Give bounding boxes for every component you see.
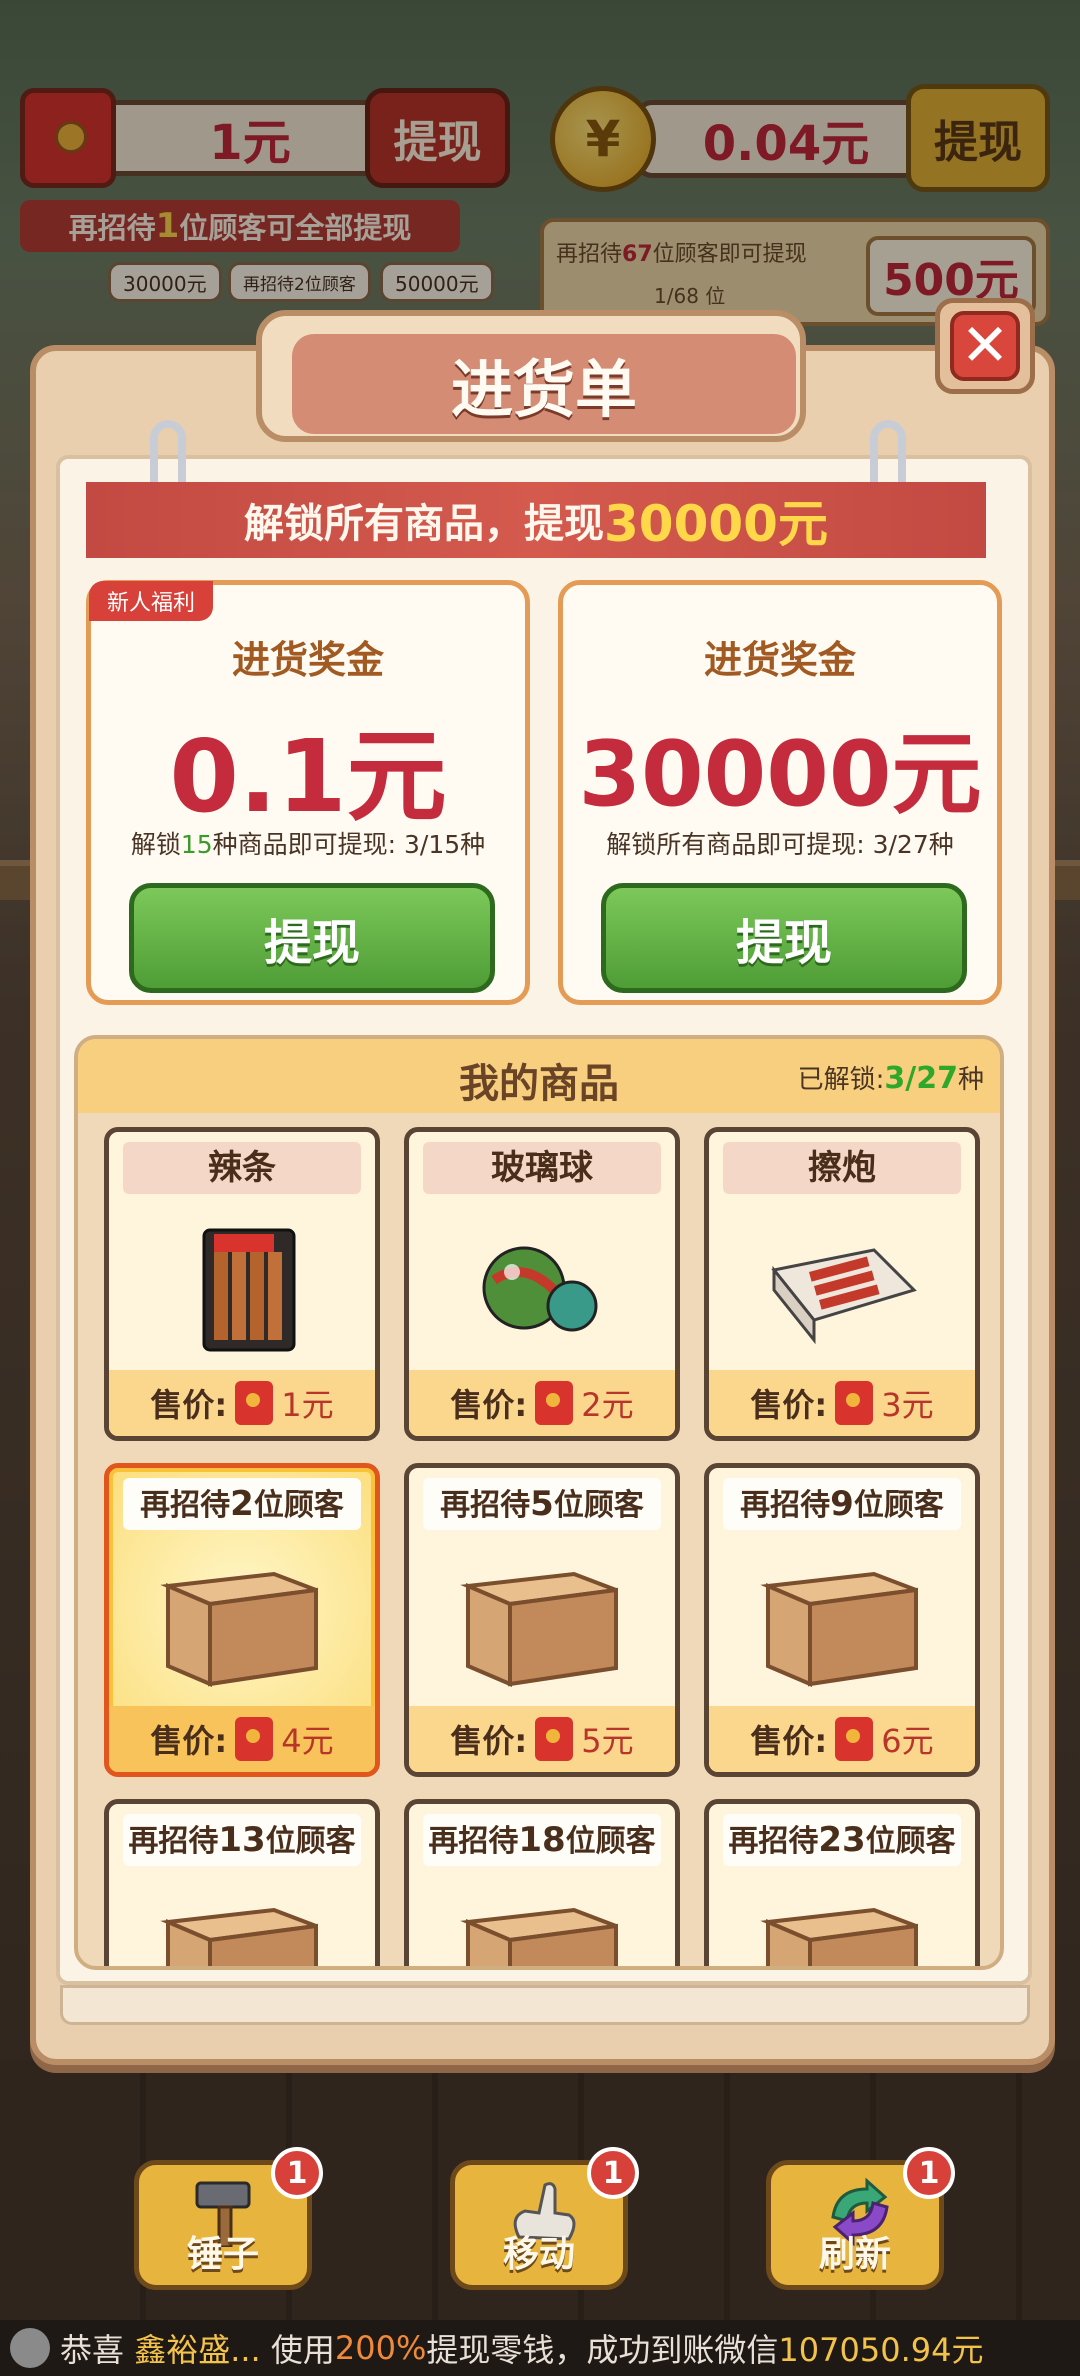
red-packet-icon (235, 1717, 274, 1761)
tool-label: 锤子 (186, 2234, 259, 2275)
bonus-title: 进货奖金 (231, 638, 384, 682)
bonus-withdraw-button[interactable]: 提现 (129, 883, 495, 993)
red-packet-icon (535, 1381, 574, 1425)
goods-item[interactable]: 玻璃球 售价: 2元 (404, 1127, 680, 1441)
tool-count-badge: 1 (903, 2147, 955, 2199)
red-packet-icon (535, 1717, 574, 1761)
goods-item-locked[interactable]: 再招待5位顾客 售价: 5元 (404, 1463, 680, 1777)
goods-item[interactable]: 辣条 售价: 1元 (104, 1127, 380, 1441)
item-price: 售价: 5元 (409, 1706, 675, 1772)
bonus-progress: 解锁所有商品即可提现: 3/27种 (606, 830, 954, 859)
goods-item-locked[interactable]: 再招待2位顾客 售价: 4元 (104, 1463, 380, 1777)
item-price: 售价: 2元 (409, 1370, 675, 1436)
goods-item[interactable]: 擦炮 售价: 3元 (704, 1127, 980, 1441)
box-icon (760, 1571, 918, 1688)
item-price: 售价: 4元 (109, 1706, 375, 1772)
unlock-requirement: 再招待18位顾客 (423, 1814, 661, 1866)
tool-count-badge: 1 (271, 2147, 323, 2199)
bonus-amount: 0.1元 (169, 718, 447, 835)
goods-item-locked[interactable]: 再招待9位顾客 售价: 6元 (704, 1463, 980, 1777)
spicy-strip-icon (202, 1228, 296, 1352)
my-goods-section: 我的商品 已解锁:3/27种 辣条 售价: 1元 玻璃球 售价: 2元 擦炮 售… (74, 1035, 1004, 1970)
close-button[interactable]: ✕ (935, 298, 1035, 394)
full-unlock-bonus-card: 进货奖金 30000元 解锁所有商品即可提现: 3/27种 提现 (558, 580, 1002, 1005)
tool-label: 刷新 (818, 2234, 891, 2275)
unlock-all-banner: 解锁所有商品，提现 30000元 (86, 482, 986, 558)
item-price: 售价: 3元 (709, 1370, 975, 1436)
box-icon (760, 1907, 918, 1966)
red-packet-icon (835, 1717, 874, 1761)
item-name: 玻璃球 (423, 1142, 661, 1194)
box-icon (460, 1907, 618, 1966)
goods-header: 我的商品 已解锁:3/27种 (78, 1039, 1000, 1113)
goods-item-locked[interactable]: 再招待23位顾客 (704, 1799, 980, 1966)
firecracker-icon (771, 1248, 917, 1345)
newbie-tag: 新人福利 (89, 581, 214, 621)
hammer-tool-button[interactable]: 锤子 1 (134, 2147, 323, 2290)
close-icon: ✕ (950, 311, 1020, 381)
goods-unlocked-count: 已解锁:3/27种 (797, 1061, 984, 1096)
unlock-requirement: 再招待9位顾客 (723, 1478, 961, 1530)
bonus-withdraw-button[interactable]: 提现 (601, 883, 967, 993)
newbie-bonus-card: 新人福利 进货奖金 0.1元 解锁15种商品即可提现: 3/15种 提现 (86, 580, 530, 1005)
unlock-requirement: 再招待13位顾客 (123, 1814, 361, 1866)
marbles-icon (482, 1246, 598, 1332)
goods-item-locked[interactable]: 再招待18位顾客 (404, 1799, 680, 1966)
item-price: 售价: 1元 (109, 1370, 375, 1436)
tool-label: 移动 (502, 2234, 575, 2275)
tool-count-badge: 1 (587, 2147, 639, 2199)
bonus-title: 进货奖金 (703, 638, 856, 682)
avatar (10, 2328, 50, 2368)
red-packet-icon (835, 1381, 874, 1425)
unlock-requirement: 再招待23位顾客 (723, 1814, 961, 1866)
item-name: 擦炮 (723, 1142, 961, 1194)
paper-stack (60, 1985, 1030, 2025)
bonus-progress: 解锁15种商品即可提现: 3/15种 (130, 830, 486, 859)
modal-title: 进货单 (292, 334, 796, 434)
item-name: 辣条 (123, 1142, 361, 1194)
refresh-tool-button[interactable]: 刷新 1 (766, 2147, 955, 2290)
red-packet-icon (235, 1381, 274, 1425)
item-price: 售价: 6元 (709, 1706, 975, 1772)
unlock-requirement: 再招待2位顾客 (123, 1478, 361, 1530)
unlock-requirement: 再招待5位顾客 (423, 1478, 661, 1530)
winner-ticker: 恭喜 鑫裕盛... 使用 200% 提现零钱，成功到账微信 107050.94元 (0, 2320, 1080, 2376)
move-tool-button[interactable]: 移动 1 (450, 2147, 639, 2290)
box-icon (460, 1571, 618, 1688)
box-icon (160, 1571, 318, 1688)
box-icon (160, 1907, 318, 1966)
goods-item-locked[interactable]: 再招待13位顾客 (104, 1799, 380, 1966)
bonus-amount: 30000元 (578, 722, 982, 827)
